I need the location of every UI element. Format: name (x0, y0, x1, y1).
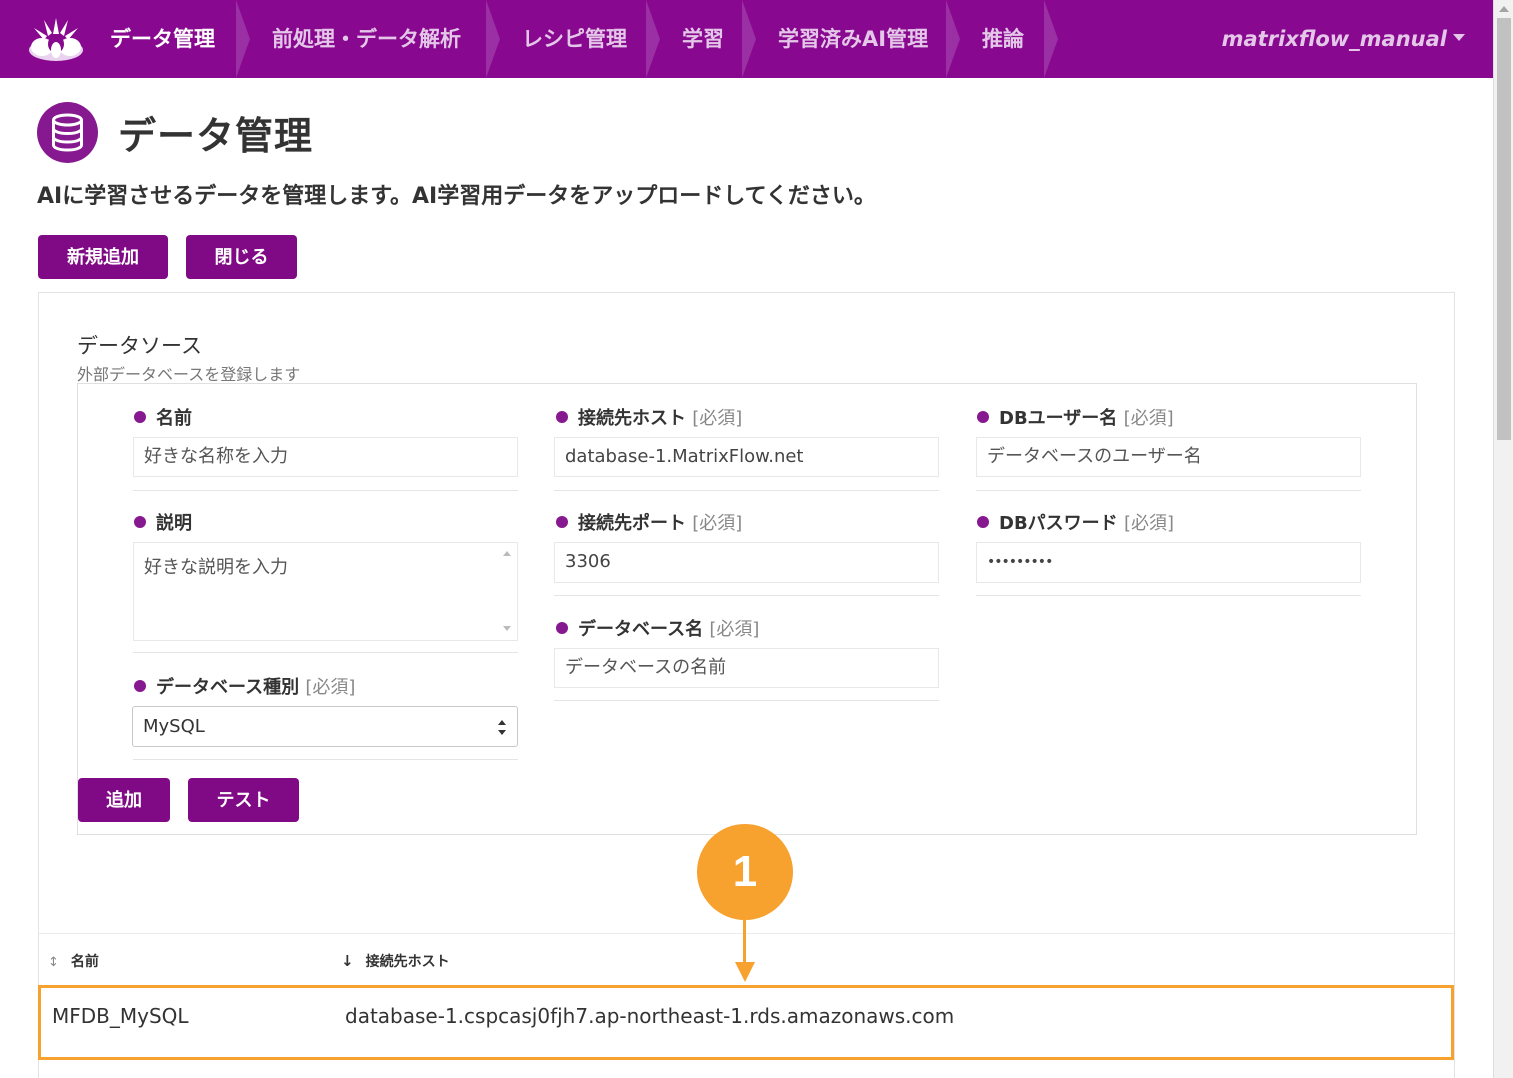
column-header-host[interactable]: ↓ 接続先ホスト (341, 951, 450, 971)
bullet-icon (556, 622, 568, 634)
db-password-label: DBパスワード [必須] (977, 509, 1174, 535)
db-type-label: データベース種別 [必須] (134, 673, 355, 699)
datasource-subtitle: 外部データベースを登録します (77, 365, 301, 384)
divider (554, 490, 939, 491)
page-scrollbar[interactable] (1493, 0, 1513, 1078)
host-label: 接続先ホスト [必須] (556, 404, 742, 430)
add-new-button[interactable]: 新規追加 (38, 235, 168, 279)
name-input[interactable]: 好きな名称を入力 (133, 437, 518, 477)
bullet-icon (556, 411, 568, 423)
nav-item-recipe-management[interactable]: レシピ管理 (522, 0, 627, 78)
bullet-icon (134, 411, 146, 423)
top-navbar: データ管理 前処理・データ解析 レシピ管理 学習 学習済みAI管理 推論 mat… (0, 0, 1493, 78)
bullet-icon (977, 516, 989, 528)
db-user-label: DBユーザー名 [必須] (977, 404, 1174, 430)
caret-down-icon (1453, 33, 1465, 41)
nav-item-inference[interactable]: 推論 (982, 0, 1024, 78)
row-name-cell: MFDB_MySQL (52, 1004, 189, 1028)
textarea-scrollbar[interactable] (501, 547, 513, 635)
column-header-name[interactable]: ↕ 名前 (48, 951, 99, 971)
db-user-input[interactable]: データベースのユーザー名 (976, 437, 1361, 477)
name-label: 名前 (134, 404, 192, 430)
scroll-thumb[interactable] (1497, 18, 1511, 440)
scroll-up-icon[interactable] (503, 551, 511, 556)
nav-item-trained-ai[interactable]: 学習済みAI管理 (778, 0, 928, 78)
nav-separator (236, 0, 250, 78)
arrow-down-icon (735, 962, 755, 982)
description-label: 説明 (134, 509, 192, 535)
scroll-up-icon[interactable] (1499, 6, 1509, 12)
db-name-label: データベース名 [必須] (556, 615, 759, 641)
datasource-title: データソース (77, 334, 202, 358)
sort-both-icon: ↕ (48, 955, 59, 970)
nav-item-data-management[interactable]: データ管理 (110, 0, 215, 78)
db-name-input[interactable]: データベースの名前 (554, 648, 939, 688)
db-type-value: MySQL (143, 716, 205, 737)
table-divider (39, 933, 1454, 934)
nav-separator (946, 0, 960, 78)
port-input[interactable]: 3306 (554, 542, 939, 583)
scroll-down-icon[interactable] (503, 626, 511, 631)
nav-separator (486, 0, 500, 78)
bullet-icon (134, 516, 146, 528)
add-button[interactable]: 追加 (78, 778, 170, 822)
database-icon (37, 102, 98, 163)
divider (976, 490, 1361, 491)
test-button[interactable]: テスト (188, 778, 299, 822)
nav-separator (742, 0, 756, 78)
nav-item-training[interactable]: 学習 (682, 0, 724, 78)
user-menu[interactable]: matrixflow_manual (1222, 0, 1465, 78)
bullet-icon (556, 516, 568, 528)
divider (133, 759, 518, 760)
matrixflow-logo-icon[interactable] (26, 14, 86, 64)
db-password-input[interactable]: ••••••••• (976, 542, 1361, 583)
user-name: matrixflow_manual (1221, 27, 1447, 51)
host-input[interactable]: database-1.MatrixFlow.net (554, 437, 939, 477)
description-textarea[interactable]: 好きな説明を入力 (133, 542, 518, 641)
divider (554, 595, 939, 596)
nav-item-preprocessing[interactable]: 前処理・データ解析 (272, 0, 461, 78)
divider (133, 490, 518, 491)
select-arrows-icon (498, 720, 507, 735)
port-label: 接続先ポート [必須] (556, 509, 742, 535)
divider (133, 652, 518, 653)
annotation-badge: 1 (697, 824, 793, 920)
description-placeholder: 好きな説明を入力 (144, 557, 288, 578)
row-host-cell: database-1.cspcasj0fjh7.ap-northeast-1.r… (345, 1004, 955, 1028)
nav-separator (1044, 0, 1058, 78)
page-description: AIに学習させるデータを管理します。AI学習用データをアップロードしてください。 (37, 184, 876, 209)
divider (554, 700, 939, 701)
bullet-icon (134, 680, 146, 692)
annotation-arrow (743, 920, 746, 964)
nav-separator (646, 0, 660, 78)
page-title: データ管理 (118, 114, 314, 158)
db-type-select[interactable]: MySQL (132, 706, 518, 747)
sort-down-icon: ↓ (341, 952, 354, 970)
close-button[interactable]: 閉じる (186, 235, 297, 279)
divider (976, 595, 1361, 596)
bullet-icon (977, 411, 989, 423)
